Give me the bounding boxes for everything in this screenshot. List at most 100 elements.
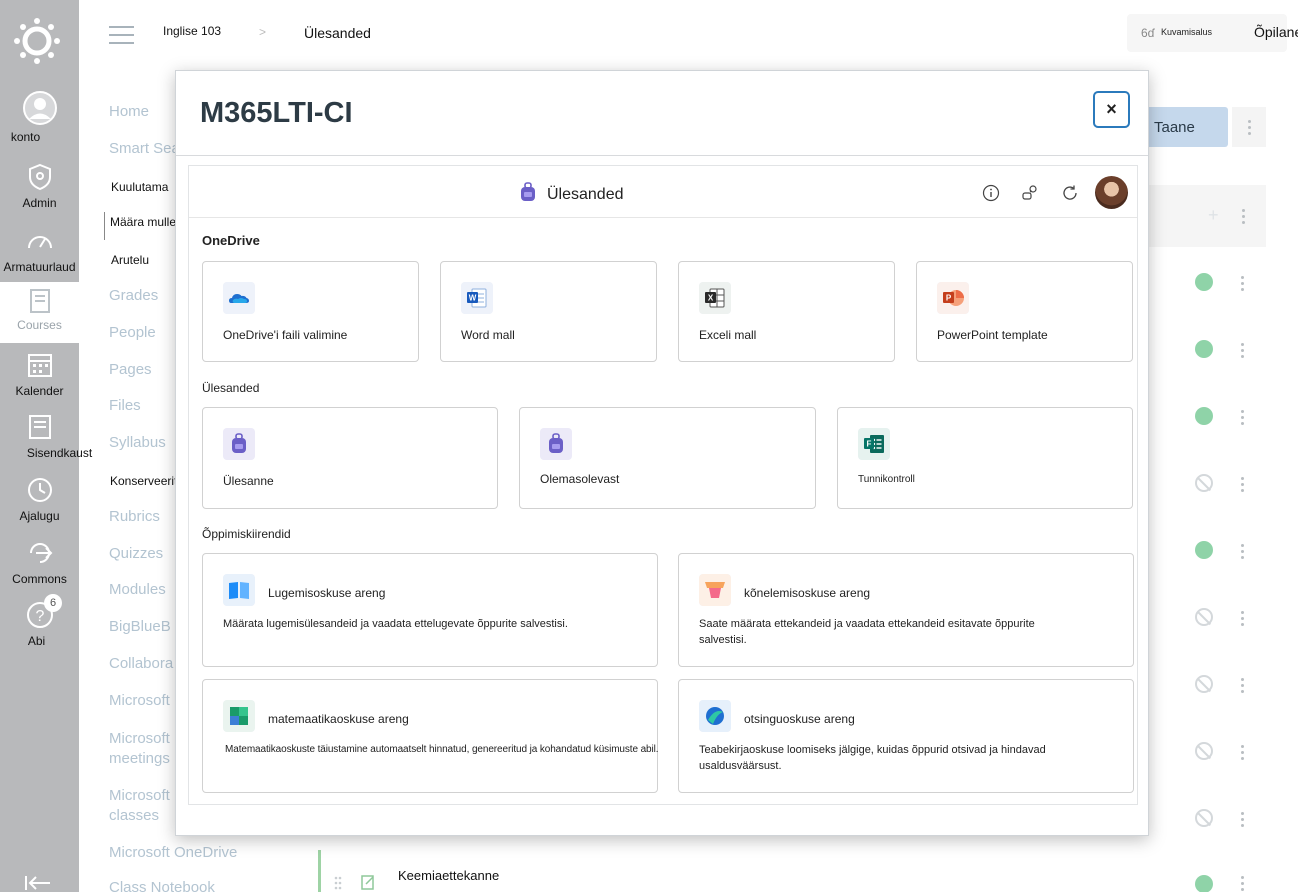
card-onedrive-file[interactable]: OneDrive'i faili valimine bbox=[202, 261, 419, 362]
row-options-icon[interactable] bbox=[1241, 812, 1245, 830]
nav-account[interactable]: konto bbox=[0, 90, 79, 144]
row-options-icon[interactable] bbox=[1241, 876, 1245, 892]
assignment-title[interactable]: Keemiaettekanne bbox=[398, 868, 500, 883]
course-nav-syllabus[interactable]: Syllabus bbox=[109, 434, 166, 451]
add-icon[interactable]: + bbox=[1208, 205, 1219, 226]
card-label: Olemasolevast bbox=[540, 472, 620, 486]
card-label: otsinguoskuse areng bbox=[744, 712, 855, 726]
published-icon[interactable] bbox=[1195, 407, 1213, 425]
breadcrumb-course[interactable]: Inglise 103 bbox=[163, 24, 221, 38]
nav-dashboard[interactable]: Armatuurlaud bbox=[0, 226, 79, 274]
row-options-icon[interactable] bbox=[1241, 678, 1245, 696]
row-options-icon[interactable] bbox=[1241, 343, 1245, 361]
section-title-assignments: Ülesanded bbox=[202, 381, 260, 395]
course-nav-smart-search[interactable]: Smart Sea bbox=[109, 140, 180, 157]
unpublished-icon[interactable] bbox=[1195, 474, 1213, 492]
reading-book-icon bbox=[223, 574, 255, 606]
published-icon[interactable] bbox=[1195, 875, 1213, 892]
backpack-icon bbox=[540, 428, 572, 460]
course-nav-microsoft[interactable]: Microsoft bbox=[109, 692, 170, 709]
nav-calendar-label: Kalender bbox=[15, 384, 64, 398]
row-options-icon[interactable] bbox=[1241, 410, 1245, 428]
published-icon[interactable] bbox=[1195, 340, 1213, 358]
card-description: Teabekirjaoskuse loomiseks jälgige, kuid… bbox=[699, 744, 1046, 772]
group-options-icon[interactable] bbox=[1242, 209, 1246, 227]
search-globe-icon bbox=[699, 700, 731, 732]
card-search-progress[interactable]: otsinguoskuse areng Teabekirjaoskuse loo… bbox=[678, 679, 1134, 793]
row-options-icon[interactable] bbox=[1241, 544, 1245, 562]
canvas-logo-icon[interactable] bbox=[14, 18, 60, 64]
row-options-icon[interactable] bbox=[1241, 611, 1245, 629]
course-nav-microsoft-classes[interactable]: Microsoft classes bbox=[109, 786, 175, 826]
nav-help[interactable]: ? 6 Abi bbox=[0, 594, 79, 648]
course-nav-home[interactable]: Home bbox=[109, 103, 149, 120]
close-button[interactable]: × bbox=[1093, 91, 1130, 128]
nav-calendar[interactable]: Kalender bbox=[0, 350, 79, 398]
powerpoint-icon: P bbox=[937, 282, 969, 314]
nav-commons[interactable]: Commons bbox=[0, 538, 79, 586]
course-nav-announcements[interactable]: Kuulutama bbox=[109, 178, 171, 196]
admin-shield-icon bbox=[28, 163, 51, 191]
course-nav-discussions[interactable]: Arutelu bbox=[109, 251, 152, 269]
card-label: Lugemisoskuse areng bbox=[268, 586, 386, 600]
today-button[interactable]: Taane bbox=[1136, 107, 1228, 147]
card-new-assignment[interactable]: Ülesanne bbox=[202, 407, 498, 509]
modal-divider bbox=[176, 155, 1148, 156]
collapse-nav-icon[interactable] bbox=[24, 874, 52, 892]
share-people-icon[interactable] bbox=[1021, 184, 1039, 202]
course-nav-files[interactable]: Files bbox=[109, 397, 141, 414]
nav-admin[interactable]: Admin bbox=[0, 162, 79, 210]
card-reading-progress[interactable]: Lugemisoskuse areng Määrata lugemisülesa… bbox=[202, 553, 658, 667]
nav-inbox-label: Sisendkaust bbox=[26, 446, 93, 460]
onedrive-cloud-icon bbox=[223, 282, 255, 314]
course-nav-class-notebook[interactable]: Class Notebook bbox=[109, 879, 215, 892]
student-view-label[interactable]: Õpilane bbox=[1254, 24, 1298, 40]
unpublished-icon[interactable] bbox=[1195, 742, 1213, 760]
row-options-icon[interactable] bbox=[1241, 276, 1245, 294]
svg-text:F: F bbox=[867, 440, 872, 449]
course-nav-microsoft-onedrive[interactable]: Microsoft OneDrive bbox=[109, 844, 237, 861]
published-icon[interactable] bbox=[1195, 541, 1213, 559]
global-navigation: konto Admin Armatuurlaud Courses Kalende… bbox=[0, 0, 92, 892]
card-word-template[interactable]: W Word mall bbox=[440, 261, 657, 362]
course-nav-bigbluebutton[interactable]: BigBlueB bbox=[109, 618, 171, 635]
user-avatar[interactable] bbox=[1095, 176, 1128, 209]
card-description: Matemaatikaoskuste täiustamine automaats… bbox=[225, 744, 659, 755]
course-nav-rubrics[interactable]: Rubrics bbox=[109, 508, 160, 525]
menu-toggle-icon[interactable] bbox=[109, 26, 134, 44]
backpack-icon bbox=[521, 182, 535, 201]
row-options-icon[interactable] bbox=[1241, 745, 1245, 763]
card-label: kõnelemisoskuse areng bbox=[744, 586, 871, 600]
card-from-existing[interactable]: Olemasolevast bbox=[519, 407, 816, 509]
unpublished-icon[interactable] bbox=[1195, 608, 1213, 626]
drag-handle-icon[interactable] bbox=[334, 876, 342, 890]
info-icon[interactable] bbox=[982, 184, 1000, 202]
card-excel-template[interactable]: X Exceli mall bbox=[678, 261, 895, 362]
card-quiz[interactable]: F Tunnikontroll bbox=[837, 407, 1133, 509]
course-nav-collaborations[interactable]: Collabora bbox=[109, 655, 173, 672]
refresh-icon[interactable] bbox=[1061, 184, 1079, 202]
course-nav-assign-to-me[interactable]: Määra mulle bbox=[104, 212, 179, 240]
calendar-icon bbox=[27, 354, 52, 377]
published-icon[interactable] bbox=[1195, 273, 1213, 291]
page-options-button[interactable] bbox=[1232, 107, 1266, 147]
card-math-progress[interactable]: matemaatikaoskuse areng Matemaatikaoskus… bbox=[202, 679, 659, 793]
course-nav-microsoft-meetings[interactable]: Microsoft meetings bbox=[109, 729, 175, 769]
commons-icon bbox=[29, 543, 52, 563]
row-options-icon[interactable] bbox=[1241, 477, 1245, 495]
card-powerpoint-template[interactable]: P PowerPoint template bbox=[916, 261, 1133, 362]
course-nav-grades[interactable]: Grades bbox=[109, 287, 158, 304]
card-speaking-progress[interactable]: kõnelemisoskuse areng Saate määrata ette… bbox=[678, 553, 1134, 667]
nav-inbox[interactable]: Sisendkaust bbox=[0, 412, 92, 460]
course-nav-pages[interactable]: Pages bbox=[109, 361, 152, 378]
modal-title: M365LTI-CI bbox=[200, 97, 353, 129]
nav-courses[interactable]: Courses bbox=[0, 282, 79, 343]
nav-history[interactable]: Ajalugu bbox=[0, 475, 79, 523]
course-nav-quizzes[interactable]: Quizzes bbox=[109, 545, 163, 562]
course-nav-people[interactable]: People bbox=[109, 324, 156, 341]
unpublished-icon[interactable] bbox=[1195, 675, 1213, 693]
lti-modal-dialog: M365LTI-CI × Ülesanded OneDrive OneDrive… bbox=[175, 70, 1149, 836]
course-nav-modules[interactable]: Modules bbox=[109, 581, 166, 598]
course-header: Inglise 103 > Ülesanded 6ɗ Kuvamisalus Õ… bbox=[79, 0, 1298, 70]
unpublished-icon[interactable] bbox=[1195, 809, 1213, 827]
